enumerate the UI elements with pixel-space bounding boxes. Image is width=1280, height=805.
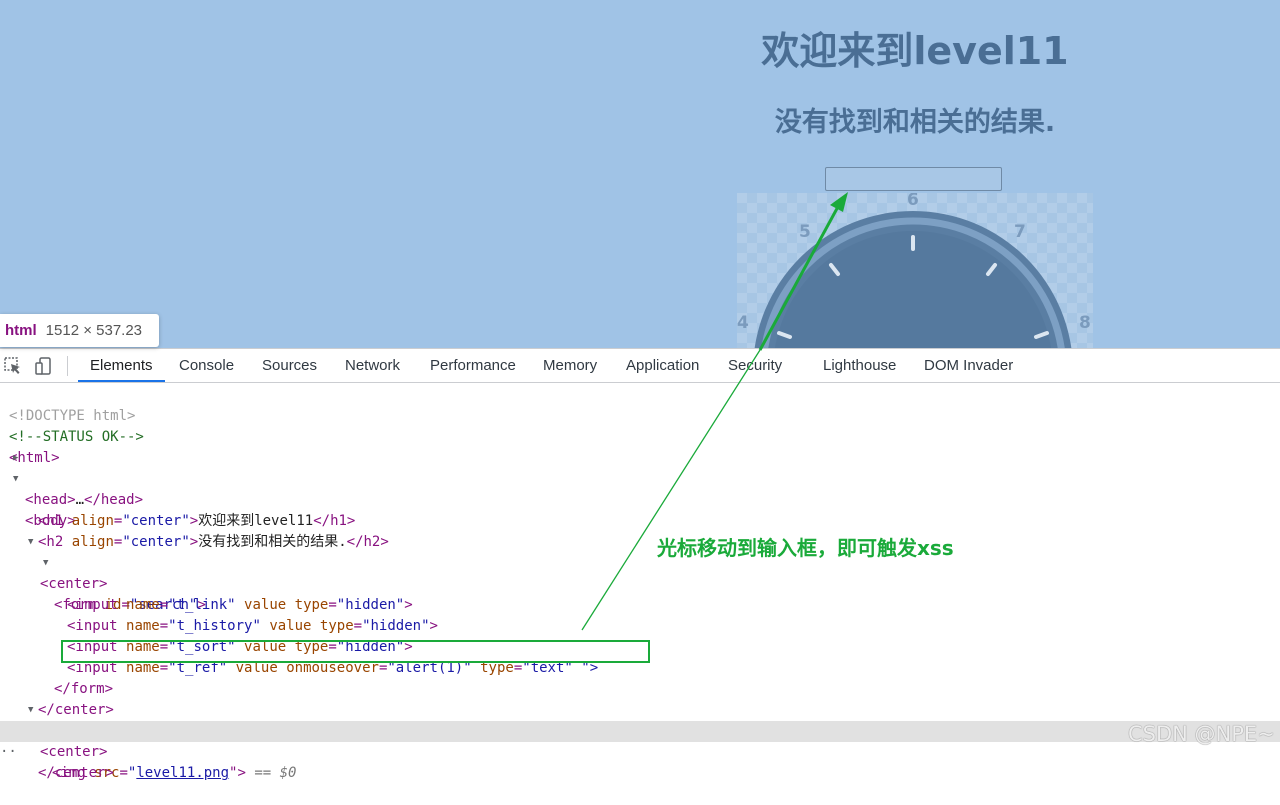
level-image: 4 5 6 7 8 [737,193,1093,348]
annotation-text: 光标移动到输入框，即可触发xss [657,536,954,560]
tab-elements[interactable]: Elements [90,349,153,382]
tab-network[interactable]: Network [345,349,400,382]
img-eq: == [245,765,280,781]
active-tab-indicator [78,380,165,382]
tab-dom-invader[interactable]: DOM Invader [924,349,1013,382]
collapse-arrow-icon[interactable]: ▼ [43,553,48,574]
dial-number: 6 [907,193,919,210]
annotation-highlight-box [61,640,650,663]
dom-node-center-close[interactable]: </center> [0,742,1280,781]
tab-memory[interactable]: Memory [543,349,597,382]
dom-node-form[interactable]: ▼ <form id="search"> [0,553,1280,613]
device-toolbar-icon[interactable] [35,357,53,375]
dom-node-input[interactable]: <input name="t_sort" value type="hidden"… [0,616,1280,655]
img-dollar-zero: $0 [279,765,297,781]
dom-tree: <!DOCTYPE html> <!--STATUS OK--> <html> … [0,383,1280,781]
dom-node-body[interactable]: ▼ <body> [0,469,1280,529]
dial-number: 4 [737,313,749,333]
dial-number: 5 [799,222,811,242]
page-viewport: 欢迎来到level11 没有找到和相关的结果. 4 5 6 7 8 [0,0,1280,348]
devtools-toolbar: Elements Console Sources Network Perform… [0,349,1280,383]
tab-sources[interactable]: Sources [262,349,317,382]
dom-node-comment[interactable]: <!--STATUS OK--> [0,406,1280,445]
collapse-arrow-icon[interactable]: ▼ [28,532,33,553]
collapse-arrow-icon[interactable]: ▼ [28,700,33,721]
tab-security[interactable]: Security [728,349,782,382]
tab-performance[interactable]: Performance [430,349,516,382]
dom-node-img-selected[interactable]: ·· <img src="level11.png"> == $0 [0,721,1280,781]
search-input[interactable] [825,167,1002,191]
dom-node-center[interactable]: ▼ <center> [0,700,1280,760]
inspector-size-tooltip: html 1512 × 537.23 [0,314,159,347]
expand-arrow-icon[interactable]: ▶ [13,448,18,469]
page-subtitle: 没有找到和相关的结果. [774,107,1056,138]
dom-node-input[interactable]: <input name="t_history" value type="hidd… [0,595,1280,634]
watermark: CSDN @NPE~ [1128,722,1275,746]
dom-node-input[interactable]: <input name="t_link" value type="hidden"… [0,574,1280,613]
dial-number: 8 [1079,313,1091,333]
element-picker-icon[interactable] [4,357,22,375]
tab-lighthouse[interactable]: Lighthouse [823,349,896,382]
img-src-link[interactable]: level11.png [136,765,229,781]
tooltip-dimensions: 1512 × 537.23 [45,322,143,339]
tab-console[interactable]: Console [179,349,234,382]
dom-node-h1[interactable]: <h1 align="center">欢迎来到level11</h1> [0,490,1280,529]
dom-node-html[interactable]: <html> [0,427,1280,466]
img-end: "> [229,765,246,781]
dom-node-center-close[interactable]: </center> [0,679,1280,718]
collapse-arrow-icon[interactable]: ▼ [13,469,18,490]
dom-node-doctype[interactable]: <!DOCTYPE html> [0,385,1280,424]
dom-node-center[interactable]: ▼ <center> [0,532,1280,592]
toolbar-divider [67,356,68,376]
dom-node-h2[interactable]: <h2 align="center">没有找到和相关的结果.</h2> [0,511,1280,550]
dom-node-head[interactable]: ▶ <head>…</head> [0,448,1280,508]
center-close: </center> [38,765,114,781]
page-title: 欢迎来到level11 [761,29,1069,73]
tab-application[interactable]: Application [626,349,699,382]
devtools-panel: Elements Console Sources Network Perform… [0,348,1280,781]
dial-number: 7 [1014,222,1026,242]
img-quote: " [127,765,137,781]
tooltip-tag: html [5,322,37,339]
